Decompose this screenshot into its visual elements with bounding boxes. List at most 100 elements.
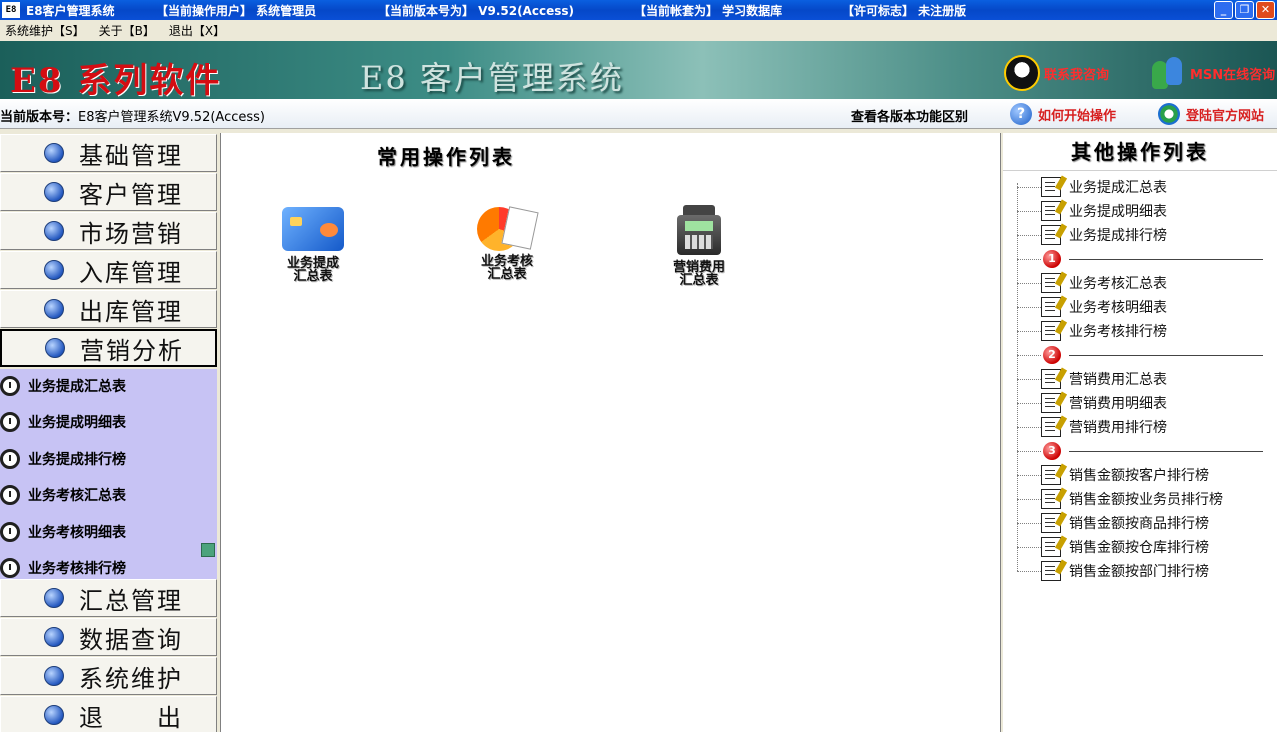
report-icon xyxy=(1041,537,1061,557)
official-site-link[interactable]: 登陆官方网站 xyxy=(1158,103,1264,125)
compare-versions-link[interactable]: 查看各版本功能区别 xyxy=(851,106,968,125)
minimize-button[interactable]: _ xyxy=(1214,1,1233,19)
nav-system-maintenance[interactable]: 系统维护 xyxy=(0,657,217,695)
nav-label: 入库管理 xyxy=(79,258,183,287)
tree-item-label: 业务考核汇总表 xyxy=(1069,276,1167,292)
how-to-start-link[interactable]: ? 如何开始操作 xyxy=(1010,103,1116,125)
tree-item[interactable]: 销售金额按部门排行榜 xyxy=(1017,559,1275,583)
tree-item[interactable]: 营销费用汇总表 xyxy=(1017,367,1275,391)
bullet-icon xyxy=(44,221,64,241)
system-name: E8 客户管理系统 xyxy=(360,59,624,97)
tree-item-label: 业务考核排行榜 xyxy=(1069,324,1167,340)
tree-item[interactable]: 营销费用明细表 xyxy=(1017,391,1275,415)
restore-button[interactable]: ❐ xyxy=(1235,1,1254,19)
tree-item[interactable]: 业务提成排行榜 xyxy=(1017,223,1275,247)
submenu-item[interactable]: 业务考核汇总表 xyxy=(0,480,200,510)
nav-stock-out[interactable]: 出库管理 xyxy=(0,290,217,328)
tree-item-label: 业务提成明细表 xyxy=(1069,204,1167,220)
tree-item-label: 销售金额按商品排行榜 xyxy=(1069,516,1209,532)
report-icon xyxy=(1041,393,1061,413)
tree-item-label: 业务提成汇总表 xyxy=(1069,180,1167,196)
nav-data-query[interactable]: 数据查询 xyxy=(0,618,217,656)
qq-consult-link[interactable]: 联系我咨询 xyxy=(1004,55,1109,91)
tree-item-label: 营销费用排行榜 xyxy=(1069,420,1167,436)
nav-exit[interactable]: 退 出 xyxy=(0,696,217,732)
nav-label: 基础管理 xyxy=(79,141,183,170)
clock-icon xyxy=(0,522,20,542)
right-panel-title: 其他操作列表 xyxy=(1003,133,1277,171)
clock-icon xyxy=(0,558,20,578)
report-icon xyxy=(1041,489,1061,509)
bullet-icon xyxy=(44,666,64,686)
tree-item-label: 销售金额按仓库排行榜 xyxy=(1069,540,1209,556)
menu-bar: 系统维护【S】 关于【B】 退出【X】 xyxy=(0,20,1277,41)
nav-basic-management[interactable]: 基础管理 xyxy=(0,134,217,172)
tree-item-label: 营销费用汇总表 xyxy=(1069,372,1167,388)
submenu-item[interactable]: 业务考核明细表 xyxy=(0,517,200,547)
menu-exit[interactable]: 退出【X】 xyxy=(169,22,225,39)
tile-label-line2: 汇总表 xyxy=(679,273,719,288)
browser-icon xyxy=(1158,103,1180,125)
sales-analysis-submenu: 业务提成汇总表 业务提成明细表 业务提成排行榜 业务考核汇总表 业务考核明细表 … xyxy=(0,369,217,579)
nav-label: 退 出 xyxy=(79,703,183,732)
submenu-item[interactable]: 业务提成排行榜 xyxy=(0,444,200,474)
tree-item[interactable]: 销售金额按客户排行榜 xyxy=(1017,463,1275,487)
tile-assessment-summary[interactable]: 业务考核 汇总表 xyxy=(462,203,552,281)
report-icon xyxy=(1041,513,1061,533)
report-icon xyxy=(1041,225,1061,245)
nav-summary-management[interactable]: 汇总管理 xyxy=(0,579,217,617)
report-icon xyxy=(1041,273,1061,293)
qq-icon xyxy=(1004,55,1040,91)
submenu-label: 业务考核汇总表 xyxy=(28,488,126,504)
number-1-icon: 1 xyxy=(1043,250,1061,268)
tree-item[interactable]: 业务考核汇总表 xyxy=(1017,271,1275,295)
tree-item[interactable]: 业务考核排行榜 xyxy=(1017,319,1275,343)
nav-customer-management[interactable]: 客户管理 xyxy=(0,173,217,211)
tree-separator: 2 xyxy=(1017,343,1275,367)
tree-item[interactable]: 销售金额按业务员排行榜 xyxy=(1017,487,1275,511)
close-button[interactable]: ✕ xyxy=(1256,1,1275,19)
msn-icon xyxy=(1150,55,1186,91)
tile-marketing-expense-summary[interactable]: 营销费用 汇总表 xyxy=(654,205,744,287)
report-icon xyxy=(1041,321,1061,341)
tree-item[interactable]: 业务考核明细表 xyxy=(1017,295,1275,319)
other-operations-panel: 其他操作列表 业务提成汇总表 业务提成明细表 业务提成排行榜 1 业务考核汇总表… xyxy=(1003,133,1277,732)
submenu-label: 业务考核明细表 xyxy=(28,525,126,541)
nav-stock-in[interactable]: 入库管理 xyxy=(0,251,217,289)
report-icon xyxy=(1041,177,1061,197)
tree-item[interactable]: 销售金额按仓库排行榜 xyxy=(1017,535,1275,559)
version-bar: 当前版本号：E8客户管理系统V9.52(Access) 查看各版本功能区别 ? … xyxy=(0,99,1277,129)
current-version: 【当前版本号为】 V9.52(Access) xyxy=(378,4,574,18)
nav-marketing[interactable]: 市场营销 xyxy=(0,212,217,250)
submenu-label: 业务提成排行榜 xyxy=(28,452,126,468)
card-icon xyxy=(282,207,344,251)
submenu-item[interactable]: 业务提成汇总表 xyxy=(0,371,200,401)
msn-consult-link[interactable]: MSN在线咨询 xyxy=(1150,55,1275,91)
title-bar: E8 E8客户管理系统 【当前操作用户】 系统管理员 【当前版本号为】 V9.5… xyxy=(0,0,1277,20)
report-icon xyxy=(1041,465,1061,485)
tree-item[interactable]: 业务提成明细表 xyxy=(1017,199,1275,223)
nav-label: 市场营销 xyxy=(79,219,183,248)
tile-label-line2: 汇总表 xyxy=(293,269,333,284)
menu-about[interactable]: 关于【B】 xyxy=(99,22,155,39)
tile-commission-summary[interactable]: 业务提成 汇总表 xyxy=(268,207,358,283)
tree-item[interactable]: 营销费用排行榜 xyxy=(1017,415,1275,439)
nav-sales-analysis[interactable]: 营销分析 xyxy=(0,329,217,367)
submenu-scroll-down-icon[interactable] xyxy=(201,543,215,557)
window-title: E8客户管理系统 xyxy=(26,3,115,18)
banner: E8 系列软件 E8 客户管理系统 联系我咨询 MSN在线咨询 xyxy=(0,41,1277,101)
qq-consult-label: 联系我咨询 xyxy=(1044,67,1110,83)
report-icon xyxy=(1041,417,1061,437)
tree-item[interactable]: 销售金额按商品排行榜 xyxy=(1017,511,1275,535)
tree-item[interactable]: 业务提成汇总表 xyxy=(1017,175,1275,199)
submenu-label: 业务提成明细表 xyxy=(28,415,126,431)
tree-item-label: 营销费用明细表 xyxy=(1069,396,1167,412)
report-icon xyxy=(1041,297,1061,317)
tree-item-label: 业务考核明细表 xyxy=(1069,300,1167,316)
submenu-item[interactable]: 业务提成明细表 xyxy=(0,407,200,437)
menu-system-maintenance[interactable]: 系统维护【S】 xyxy=(5,22,85,39)
cash-register-icon xyxy=(675,205,723,259)
bullet-icon xyxy=(44,182,64,202)
bullet-icon xyxy=(45,338,65,358)
version-label: 当前版本号： xyxy=(0,110,79,125)
